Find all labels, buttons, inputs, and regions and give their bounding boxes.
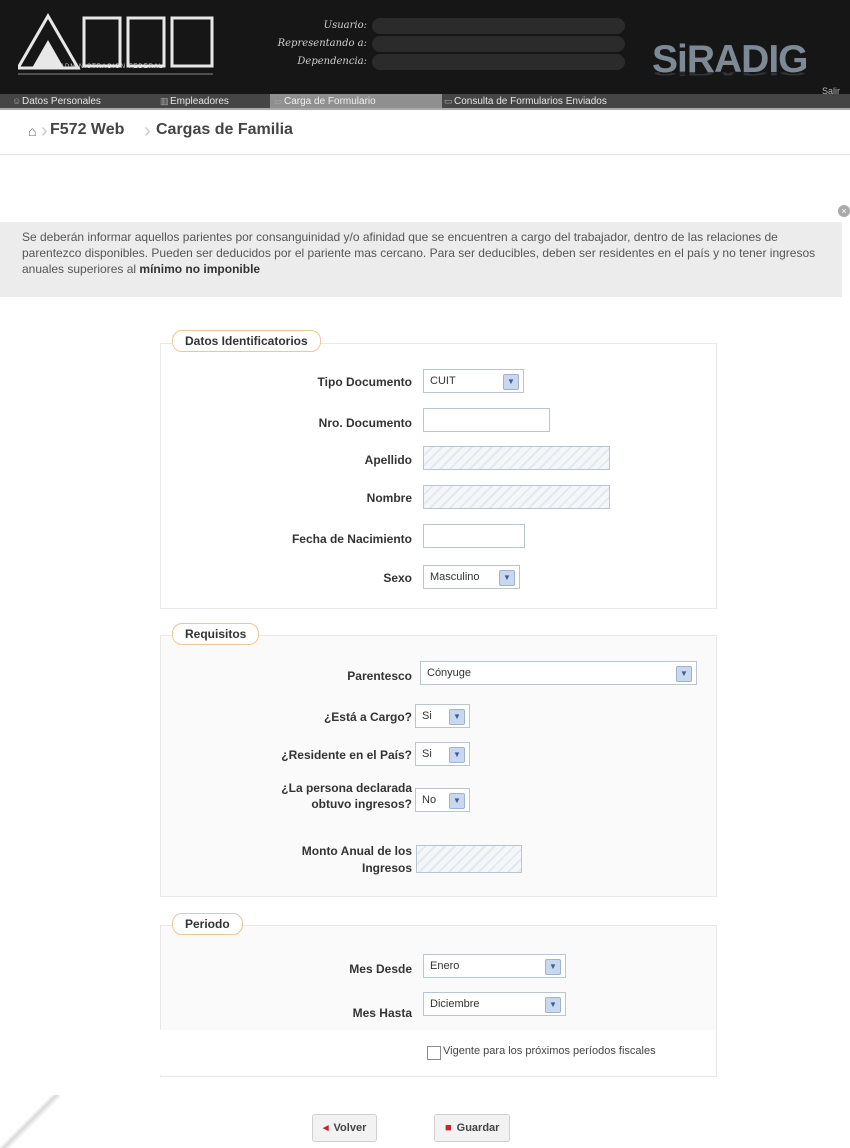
- a-cargo-select[interactable]: Si ▼: [415, 704, 470, 728]
- header: ADMINISTRACION FEDERAL Usuario: Represen…: [0, 0, 850, 96]
- parentesco-label: Parentesco: [347, 669, 412, 683]
- arrow-left-icon: ◂: [323, 1122, 329, 1134]
- mes-desde-select[interactable]: Enero ▼: [423, 954, 566, 978]
- datos-legend: Datos Identificatorios: [172, 330, 321, 352]
- info-message: Se deberán informar aquellos parientes p…: [0, 222, 842, 297]
- dependencia-label: Dependencia:: [297, 56, 367, 67]
- guardar-button[interactable]: ■ Guardar: [434, 1114, 511, 1142]
- nav-carga-formulario[interactable]: ▭Carga de Formulario: [270, 94, 442, 108]
- nombre-input[interactable]: [423, 485, 610, 509]
- tipo-documento-select[interactable]: CUIT ▼: [423, 369, 524, 393]
- chevron-down-icon: ▼: [545, 997, 561, 1013]
- sexo-label: Sexo: [383, 571, 412, 585]
- page-title: Cargas de Familia: [156, 121, 293, 138]
- breadcrumb-separator: ›: [41, 120, 48, 142]
- apellido-input[interactable]: [423, 446, 610, 470]
- residente-select[interactable]: Si ▼: [415, 742, 470, 766]
- list-icon: ▭: [444, 96, 453, 106]
- chevron-down-icon: ▼: [676, 666, 692, 682]
- info-text-bold[interactable]: mínimo no imponible: [139, 262, 260, 276]
- nav-empleadores[interactable]: ▥Empleadores: [156, 94, 229, 108]
- representando-value: [372, 36, 625, 52]
- dependencia-value: [372, 54, 625, 70]
- nombre-label: Nombre: [366, 491, 412, 505]
- main-nav: ☺Datos Personales ▥Empleadores ▭Carga de…: [0, 94, 850, 110]
- afip-logo: [18, 12, 214, 75]
- representando-label: Representando a:: [277, 38, 367, 49]
- requisitos-legend: Requisitos: [172, 623, 260, 645]
- nav-consulta-formularios[interactable]: ▭Consulta de Formularios Enviados: [440, 94, 607, 108]
- vigente-label: Vigente para los próximos períodos fisca…: [443, 1045, 656, 1057]
- chevron-down-icon: ▼: [449, 709, 465, 725]
- chevron-down-icon: ▼: [449, 747, 465, 763]
- siradig-reflection: SiRADIG: [652, 72, 808, 78]
- ingresos-label-line2: obtuvo ingresos?: [311, 797, 412, 811]
- ingresos-select[interactable]: No ▼: [415, 788, 470, 812]
- mes-desde-label: Mes Desde: [349, 962, 412, 976]
- page-curl: [0, 1095, 60, 1148]
- form-icon: ▭: [274, 96, 283, 106]
- breadcrumb: ⌂ › F572 Web › Cargas de Familia: [0, 110, 850, 155]
- apellido-label: Apellido: [364, 453, 412, 467]
- logo-subtitle: ADMINISTRACION FEDERAL: [60, 64, 164, 70]
- a-cargo-label: ¿Está a Cargo?: [323, 710, 412, 724]
- user-info: Usuario: Representando a: Dependencia:: [240, 18, 625, 72]
- chevron-down-icon: ▼: [449, 793, 465, 809]
- usuario-value: [372, 18, 625, 34]
- user-icon: ☺: [12, 96, 22, 106]
- nro-documento-input[interactable]: [423, 408, 550, 432]
- residente-label: ¿Residente en el País?: [281, 748, 412, 762]
- chevron-down-icon: ▼: [499, 570, 515, 586]
- parentesco-select[interactable]: Cónyuge ▼: [420, 661, 697, 685]
- ingresos-label-line1: ¿La persona declarada: [281, 781, 412, 795]
- fecha-nacimiento-input[interactable]: [423, 524, 525, 548]
- fecha-nacimiento-label: Fecha de Nacimiento: [291, 532, 412, 546]
- monto-label-line2: Ingresos: [361, 861, 412, 875]
- tipo-documento-label: Tipo Documento: [317, 375, 412, 389]
- home-icon[interactable]: ⌂: [28, 123, 36, 139]
- vigente-checkbox[interactable]: [427, 1046, 441, 1060]
- breadcrumb-f572[interactable]: F572 Web: [50, 121, 124, 139]
- nro-documento-label: Nro. Documento: [318, 416, 412, 430]
- nav-datos-personales[interactable]: ☺Datos Personales: [8, 94, 101, 108]
- monto-label-line1: Monto Anual de los: [301, 844, 412, 858]
- chevron-down-icon: ▼: [503, 374, 519, 390]
- mes-hasta-label: Mes Hasta: [352, 1006, 412, 1020]
- save-icon: ■: [445, 1122, 452, 1134]
- usuario-label: Usuario:: [323, 20, 367, 31]
- monto-ingresos-input[interactable]: [416, 845, 522, 873]
- mes-hasta-select[interactable]: Diciembre ▼: [423, 992, 566, 1016]
- sexo-select[interactable]: Masculino ▼: [423, 565, 520, 589]
- chevron-down-icon: ▼: [545, 959, 561, 975]
- volver-button[interactable]: ◂ Volver: [312, 1114, 378, 1142]
- periodo-legend: Periodo: [172, 913, 243, 935]
- close-icon[interactable]: ×: [838, 205, 850, 217]
- building-icon: ▥: [160, 96, 169, 106]
- breadcrumb-separator: ›: [144, 120, 151, 142]
